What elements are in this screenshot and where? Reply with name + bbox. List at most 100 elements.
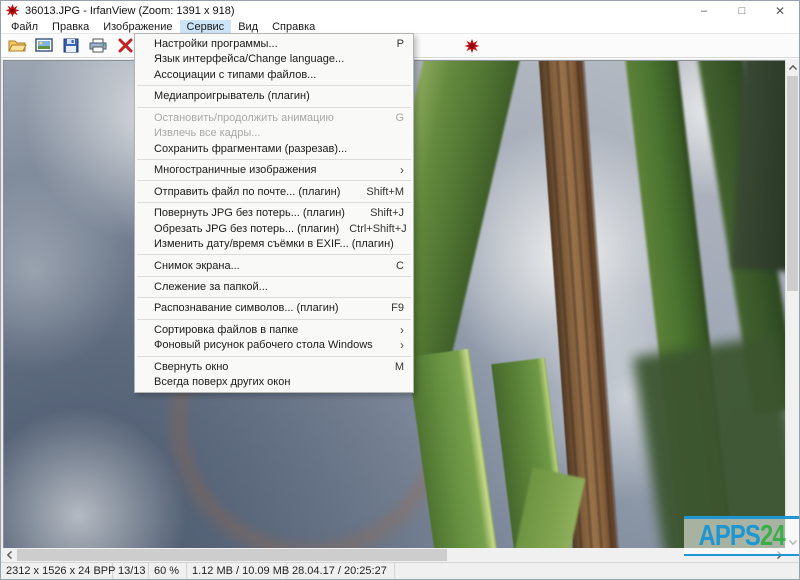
vertical-scroll-thumb[interactable] <box>787 76 798 291</box>
menu-item-shortcut: P <box>387 38 404 50</box>
menu-item-shortcut: F9 <box>381 302 404 314</box>
menu-item-shortcut: C <box>386 260 404 272</box>
menu-separator <box>137 356 411 357</box>
menu-item-label: Медиапроигрыватель (плагин) <box>154 90 394 102</box>
about-irfanview-button[interactable] <box>461 36 483 56</box>
save-icon <box>63 38 79 53</box>
slideshow-button[interactable] <box>33 36 55 56</box>
menu-separator <box>137 180 411 181</box>
scroll-left-icon[interactable] <box>1 548 17 562</box>
save-button[interactable] <box>60 36 82 56</box>
menu-item[interactable]: Язык интерфейса/Change language... <box>135 52 413 68</box>
scroll-up-icon[interactable] <box>786 59 800 75</box>
menu-separator <box>137 85 411 86</box>
menu-item-label: Обрезать JPG без потерь... (плагин) <box>154 223 339 235</box>
apps24-watermark: APPS24 <box>684 516 799 556</box>
delete-icon <box>118 38 133 53</box>
menubar-item-help[interactable]: Справка <box>265 20 322 33</box>
menu-separator <box>137 254 411 255</box>
menu-item-shortcut: Shift+J <box>360 207 404 219</box>
menu-item-label: Распознавание символов... (плагин) <box>154 302 381 314</box>
menu-item-shortcut: Ctrl+Shift+J <box>339 223 406 235</box>
menu-separator <box>137 159 411 160</box>
menu-item[interactable]: Распознавание символов... (плагин)F9 <box>135 301 413 317</box>
grass-blade-dark <box>732 60 787 273</box>
menu-item[interactable]: Многостраничные изображения› <box>135 163 413 179</box>
statusbar-segment: 28.04.17 / 20:25:27 <box>287 563 395 579</box>
menubar-item-service[interactable]: Сервис <box>180 20 232 33</box>
horizontal-scrollbar[interactable] <box>1 548 787 562</box>
service-dropdown-menu: Настройки программы...PЯзык интерфейса/C… <box>134 33 414 393</box>
horizontal-scroll-thumb[interactable] <box>17 549 447 561</box>
menu-item-label: Свернуть окно <box>154 361 385 373</box>
close-button[interactable]: ✕ <box>761 1 799 20</box>
print-button[interactable] <box>87 36 109 56</box>
menu-item-shortcut: G <box>385 112 404 124</box>
menu-item-label: Фоновый рисунок рабочего стола Windows <box>154 339 390 351</box>
menu-separator <box>137 276 411 277</box>
menu-separator <box>137 202 411 203</box>
menu-item[interactable]: Фоновый рисунок рабочего стола Windows› <box>135 338 413 354</box>
menu-item-label: Повернуть JPG без потерь... (плагин) <box>154 207 360 219</box>
menu-item[interactable]: Сортировка файлов в папке› <box>135 322 413 338</box>
menu-item[interactable]: Снимок экрана...C <box>135 258 413 274</box>
irfanview-logo-icon <box>464 38 480 54</box>
menu-item[interactable]: Всегда поверх других окон <box>135 375 413 391</box>
menu-item-shortcut: Shift+M <box>356 186 404 198</box>
menu-item[interactable]: Повернуть JPG без потерь... (плагин)Shif… <box>135 205 413 221</box>
menu-item-label: Слежение за папкой... <box>154 281 394 293</box>
open-folder-icon <box>8 38 27 53</box>
menu-item[interactable]: Настройки программы...P <box>135 36 413 52</box>
menu-item[interactable]: Медиапроигрыватель (плагин) <box>135 89 413 105</box>
menu-item[interactable]: Ассоциации с типами файлов... <box>135 67 413 83</box>
submenu-arrow-icon: › <box>390 338 404 352</box>
statusbar-segment: 13/13 <box>113 563 149 579</box>
menu-item[interactable]: Слежение за папкой... <box>135 279 413 295</box>
titlebar: 36013.JPG - IrfanView (Zoom: 1391 x 918)… <box>1 1 799 20</box>
statusbar-segment: 60 % <box>149 563 187 579</box>
menu-item[interactable]: Отправить файл по почте... (плагин)Shift… <box>135 184 413 200</box>
irfanview-window: 36013.JPG - IrfanView (Zoom: 1391 x 918)… <box>0 0 800 580</box>
menubar-item-image[interactable]: Изображение <box>96 20 179 33</box>
menubar-item-file[interactable]: Файл <box>4 20 45 33</box>
irfanview-app-icon <box>5 3 20 18</box>
menu-item[interactable]: Остановить/продолжить анимациюG <box>135 110 413 126</box>
menu-item-label: Извлечь все кадры... <box>154 127 394 139</box>
submenu-arrow-icon: › <box>390 163 404 177</box>
menu-item[interactable]: Свернуть окноM <box>135 359 413 375</box>
menu-item-label: Сортировка файлов в папке <box>154 324 390 336</box>
menu-item[interactable]: Изменить дату/время съёмки в EXIF... (пл… <box>135 236 413 252</box>
delete-button[interactable] <box>114 36 136 56</box>
menu-item-label: Отправить файл по почте... (плагин) <box>154 186 356 198</box>
menubar: ФайлПравкаИзображениеСервисВидСправка <box>1 20 799 34</box>
menu-item[interactable]: Сохранить фрагментами (разрезав)... <box>135 141 413 157</box>
vertical-scrollbar[interactable] <box>785 59 799 550</box>
menu-separator <box>137 107 411 108</box>
statusbar-segment: 1.12 MB / 10.09 MB <box>187 563 287 579</box>
watermark-text: APPS24 <box>698 520 784 553</box>
minimize-button[interactable]: – <box>685 1 723 20</box>
menu-separator <box>137 319 411 320</box>
menu-item-label: Многостраничные изображения <box>154 164 390 176</box>
menu-item-label: Снимок экрана... <box>154 260 386 272</box>
menu-item-label: Всегда поверх других окон <box>154 376 394 388</box>
menu-item-label: Остановить/продолжить анимацию <box>154 112 385 124</box>
open-file-button[interactable] <box>6 36 28 56</box>
menubar-item-view[interactable]: Вид <box>231 20 265 33</box>
window-title: 36013.JPG - IrfanView (Zoom: 1391 x 918) <box>25 5 235 17</box>
statusbar: 2312 x 1526 x 24 BPP13/1360 %1.12 MB / 1… <box>1 562 799 579</box>
window-controls: – □ ✕ <box>685 1 799 20</box>
print-icon <box>89 38 107 53</box>
menu-item-label: Ассоциации с типами файлов... <box>154 69 394 81</box>
menu-item-label: Язык интерфейса/Change language... <box>154 53 394 65</box>
menu-item-shortcut: M <box>385 361 404 373</box>
menu-item-label: Настройки программы... <box>154 38 387 50</box>
menu-separator <box>137 297 411 298</box>
menu-item[interactable]: Обрезать JPG без потерь... (плагин)Ctrl+… <box>135 221 413 237</box>
menu-item-label: Изменить дату/время съёмки в EXIF... (пл… <box>154 238 394 250</box>
menu-item[interactable]: Извлечь все кадры... <box>135 126 413 142</box>
menubar-item-edit[interactable]: Правка <box>45 20 96 33</box>
menu-item-label: Сохранить фрагментами (разрезав)... <box>154 143 394 155</box>
submenu-arrow-icon: › <box>390 323 404 337</box>
maximize-button[interactable]: □ <box>723 1 761 20</box>
